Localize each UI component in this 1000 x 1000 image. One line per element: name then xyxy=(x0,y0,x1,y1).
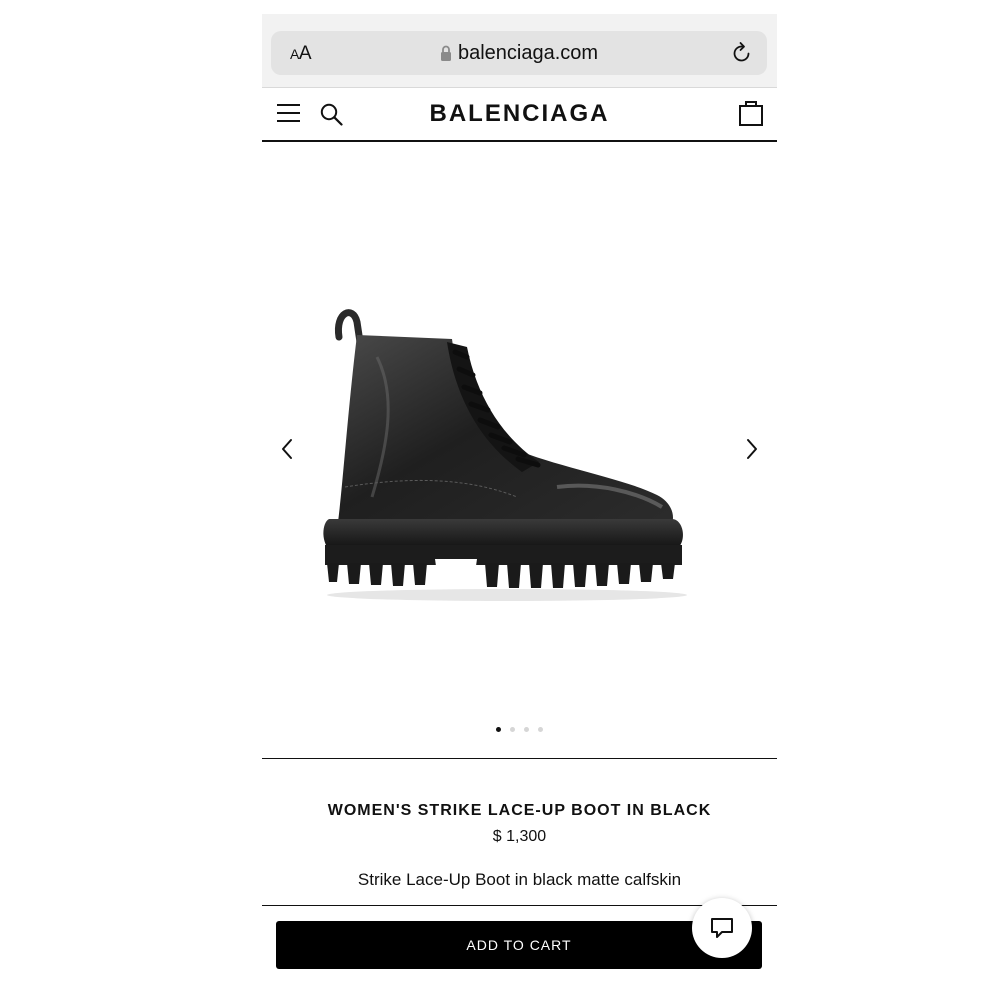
product-description: Strike Lace-Up Boot in black matte calfs… xyxy=(357,870,682,889)
chat-icon xyxy=(711,918,733,938)
brand-logo[interactable]: BALENCIAGA xyxy=(262,100,777,128)
browser-address-bar: AA balenciaga.com xyxy=(262,14,777,88)
carousel-dot[interactable] xyxy=(524,727,529,732)
chevron-right-icon[interactable] xyxy=(745,438,759,460)
product-price: $ 1,300 xyxy=(492,828,547,845)
product-title: WOMEN'S STRIKE LACE-UP BOOT IN BLACK xyxy=(327,802,712,819)
divider xyxy=(262,758,777,759)
carousel-dot[interactable] xyxy=(538,727,543,732)
boot-image xyxy=(323,309,687,601)
carousel-pagination xyxy=(262,727,777,732)
chevron-left-icon[interactable] xyxy=(280,438,294,460)
url-display[interactable]: balenciaga.com xyxy=(271,42,767,65)
add-to-cart-button[interactable]: ADD TO CART xyxy=(276,921,762,969)
product-image-gallery[interactable] xyxy=(262,142,777,758)
phone-screen: AA balenciaga.com BALENCIAGA WOMEN'S STR… xyxy=(262,14,777,1000)
site-header: BALENCIAGA xyxy=(262,88,777,142)
url-field[interactable]: AA balenciaga.com xyxy=(271,31,767,75)
reload-icon[interactable] xyxy=(731,41,753,65)
carousel-dot[interactable] xyxy=(496,727,501,732)
url-text: balenciaga.com xyxy=(457,42,599,64)
shopping-bag-icon[interactable] xyxy=(739,100,763,126)
carousel-dot[interactable] xyxy=(510,727,515,732)
chat-button[interactable] xyxy=(692,898,752,958)
lock-icon xyxy=(440,45,451,61)
